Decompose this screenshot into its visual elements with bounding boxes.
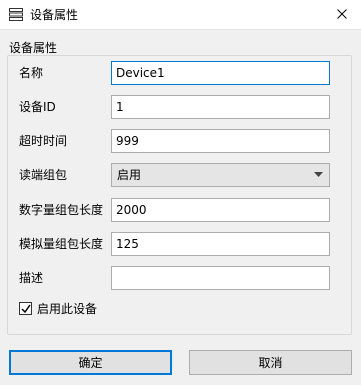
name-input[interactable]	[111, 61, 330, 85]
description-input[interactable]	[111, 266, 330, 290]
title-bar: 设备属性	[0, 0, 361, 30]
list-icon	[9, 8, 23, 21]
digital-packet-len-input[interactable]	[111, 198, 330, 222]
timeout-input[interactable]	[111, 129, 330, 153]
description-label: 描述	[19, 271, 44, 285]
close-button[interactable]	[330, 3, 354, 25]
ok-button[interactable]: 确定	[9, 350, 172, 375]
cancel-button[interactable]: 取消	[189, 350, 352, 375]
timeout-label: 超时时间	[19, 134, 68, 148]
read-packing-select[interactable]: 启用	[111, 163, 330, 187]
device-id-input[interactable]	[111, 95, 330, 119]
device-id-label: 设备ID	[19, 100, 56, 114]
read-packing-label: 读端组包	[19, 168, 68, 182]
analog-packet-len-label: 模拟量组包长度	[19, 237, 104, 251]
read-packing-value: 启用	[117, 168, 142, 182]
chevron-down-icon	[314, 172, 323, 177]
enable-device-checkbox[interactable]	[19, 302, 32, 315]
analog-packet-len-input[interactable]	[111, 232, 330, 256]
enable-device-label[interactable]: 启用此设备	[37, 301, 97, 317]
group-title: 设备属性	[9, 41, 58, 55]
name-label: 名称	[19, 66, 44, 80]
checkmark-icon	[21, 304, 31, 314]
close-icon	[337, 9, 347, 19]
digital-packet-len-label: 数字量组包长度	[19, 203, 104, 217]
window-title: 设备属性	[30, 8, 79, 22]
